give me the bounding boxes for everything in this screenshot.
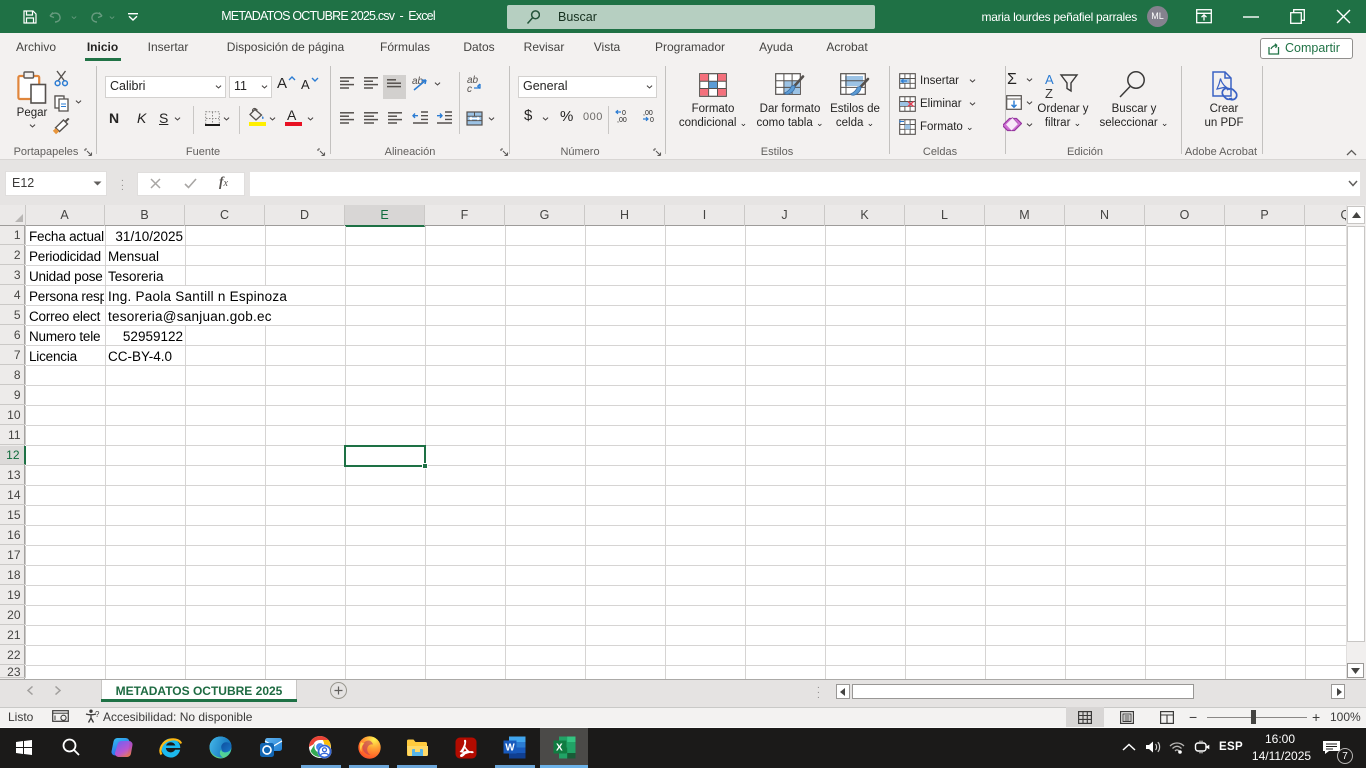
svg-text:X: X <box>556 743 563 754</box>
svg-text:c: c <box>467 84 472 92</box>
svg-text:0: 0 <box>650 117 654 123</box>
svg-text:,00: ,00 <box>617 117 627 123</box>
svg-text:,00: ,00 <box>643 110 653 117</box>
svg-text:W: W <box>505 743 515 754</box>
svg-text:ab: ab <box>412 76 424 87</box>
svg-text:Z: Z <box>1045 86 1053 101</box>
svg-text:0: 0 <box>622 110 626 117</box>
svg-text:A: A <box>1045 72 1054 87</box>
svg-text:?: ? <box>95 710 100 719</box>
